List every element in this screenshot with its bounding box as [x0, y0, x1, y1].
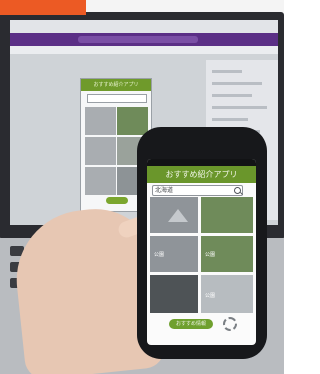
laptop-app-tile [85, 167, 116, 195]
tile-caption: 公園 [154, 252, 165, 258]
panel-row [212, 70, 242, 73]
laptop-app-button [106, 197, 128, 204]
status-bar [147, 159, 256, 166]
phone-app-screen: おすすめ紹介アプリ 北海道 公園 公園 公園 おすすめ情報 [147, 159, 256, 345]
tile-caption: 公園 [205, 293, 216, 299]
app-tile-card[interactable]: 公園 [201, 236, 253, 272]
browser-tab-bar [10, 20, 278, 33]
editor-toolbar [10, 46, 278, 54]
panel-row [212, 118, 248, 121]
recommendation-button-label: おすすめ情報 [175, 321, 206, 327]
app-tile-card[interactable]: 公園 [201, 275, 253, 313]
mountain-icon [168, 209, 188, 222]
laptop-app-tile [85, 137, 116, 165]
app-tile-card[interactable] [150, 197, 198, 233]
photo-scene: おすすめ紹介アプリ おすすめ紹介アプリ 北海道 公園 公園 公園 おすすめ情報 [0, 0, 284, 374]
search-icon[interactable] [234, 187, 241, 194]
app-tile-card[interactable] [201, 197, 253, 233]
tile-caption: 公園 [205, 252, 216, 258]
app-tile-card[interactable] [150, 275, 198, 313]
reload-icon[interactable] [223, 317, 237, 331]
editor-top-bar [10, 33, 278, 46]
laptop-app-search [87, 94, 147, 103]
editor-title-pill [78, 36, 198, 43]
laptop-app-tile [117, 107, 148, 135]
laptop-app-title: おすすめ紹介アプリ [81, 79, 151, 91]
category-badge [0, 0, 86, 15]
app-title: おすすめ紹介アプリ [165, 170, 238, 179]
panel-row [212, 82, 262, 85]
app-tile-card[interactable]: 公園 [150, 236, 198, 272]
panel-row [212, 106, 267, 109]
search-input-value: 北海道 [155, 187, 174, 194]
laptop-app-tile [85, 107, 116, 135]
panel-row [212, 94, 252, 97]
